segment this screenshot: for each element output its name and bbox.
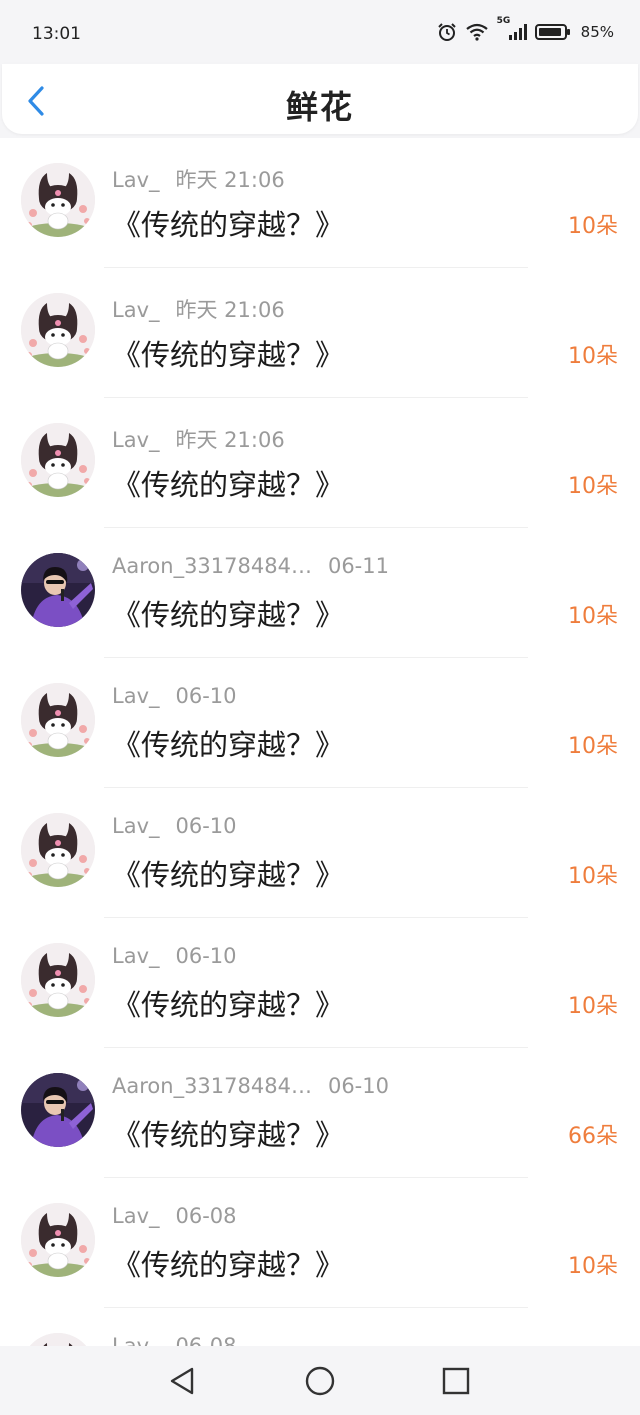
avatar[interactable] <box>21 683 95 757</box>
list-item[interactable]: Lav_ 06-08 <box>0 1308 640 1346</box>
flower-count: 10朵 <box>568 214 618 239</box>
flower-count: 66朵 <box>568 1124 618 1149</box>
work-title[interactable]: 《传统的穿越？》 <box>112 462 344 504</box>
battery-icon <box>534 22 571 42</box>
list-item[interactable]: Aaron_33178484… 06-10 《传统的穿越？》 66朵 <box>0 1048 640 1178</box>
work-title[interactable]: 《传统的穿越？》 <box>112 592 344 634</box>
flower-count: 10朵 <box>568 734 618 759</box>
username[interactable]: Lav_ <box>112 428 160 452</box>
flower-count: 10朵 <box>568 1254 618 1279</box>
item-meta: Lav_ 昨天 21:06 <box>112 164 285 194</box>
item-meta: Lav_ 06-10 <box>112 814 237 838</box>
list-item[interactable]: Lav_ 06-10 《传统的穿越？》 10朵 <box>0 918 640 1048</box>
item-meta: Aaron_33178484… 06-11 <box>112 554 389 578</box>
list-item[interactable]: Lav_ 昨天 21:06 《传统的穿越？》 10朵 <box>0 268 640 398</box>
kuromi-avatar-art <box>21 163 95 237</box>
avatar[interactable] <box>21 553 95 627</box>
work-title[interactable]: 《传统的穿越？》 <box>112 202 344 244</box>
singer-avatar-art <box>21 1073 95 1147</box>
list-item[interactable]: Lav_ 06-10 《传统的穿越？》 10朵 <box>0 788 640 918</box>
username[interactable]: Lav_ <box>112 298 160 322</box>
avatar[interactable] <box>21 163 95 237</box>
flower-count: 10朵 <box>568 344 618 369</box>
kuromi-avatar-art <box>21 943 95 1017</box>
timestamp: 06-08 <box>175 1334 237 1346</box>
username[interactable]: Aaron_33178484… <box>112 554 312 578</box>
flower-count: 10朵 <box>568 474 618 499</box>
nav-back-button[interactable] <box>166 1364 200 1398</box>
flower-count: 10朵 <box>568 604 618 629</box>
username[interactable]: Aaron_33178484… <box>112 1074 312 1098</box>
kuromi-avatar-art <box>21 293 95 367</box>
network-label: 5G <box>496 16 511 26</box>
list-item[interactable]: Aaron_33178484… 06-11 《传统的穿越？》 10朵 <box>0 528 640 658</box>
list-item[interactable]: Lav_ 昨天 21:06 《传统的穿越？》 10朵 <box>0 138 640 268</box>
nav-home-button[interactable] <box>303 1364 337 1398</box>
item-meta: Lav_ 昨天 21:06 <box>112 294 285 324</box>
status-time: 13:01 <box>32 24 81 44</box>
kuromi-avatar-art <box>21 1333 95 1346</box>
flower-count: 10朵 <box>568 864 618 889</box>
header: 鲜花 <box>2 64 638 134</box>
avatar[interactable] <box>21 293 95 367</box>
work-title[interactable]: 《传统的穿越？》 <box>112 722 344 764</box>
nav-recents-button[interactable] <box>439 1364 473 1398</box>
item-meta: Lav_ 06-08 <box>112 1204 237 1228</box>
item-meta: Aaron_33178484… 06-10 <box>112 1074 389 1098</box>
username[interactable]: Lav_ <box>112 1334 160 1346</box>
item-meta: Lav_ 昨天 21:06 <box>112 424 285 454</box>
list-item[interactable]: Lav_ 昨天 21:06 《传统的穿越？》 10朵 <box>0 398 640 528</box>
work-title[interactable]: 《传统的穿越？》 <box>112 852 344 894</box>
username[interactable]: Lav_ <box>112 168 160 192</box>
work-title[interactable]: 《传统的穿越？》 <box>112 1242 344 1284</box>
recents-square-icon <box>442 1367 470 1395</box>
timestamp: 昨天 21:06 <box>175 168 285 192</box>
flower-count: 10朵 <box>568 994 618 1019</box>
battery-percent: 85% <box>580 23 614 41</box>
avatar[interactable] <box>21 813 95 887</box>
back-triangle-icon <box>170 1367 194 1395</box>
home-circle-icon <box>305 1366 335 1396</box>
username[interactable]: Lav_ <box>112 1204 160 1228</box>
kuromi-avatar-art <box>21 423 95 497</box>
avatar[interactable] <box>21 943 95 1017</box>
avatar[interactable] <box>21 1333 95 1346</box>
timestamp: 昨天 21:06 <box>175 428 285 452</box>
item-meta: Lav_ 06-08 <box>112 1334 237 1346</box>
work-title[interactable]: 《传统的穿越？》 <box>112 332 344 374</box>
avatar[interactable] <box>21 423 95 497</box>
timestamp: 06-10 <box>175 684 237 708</box>
username[interactable]: Lav_ <box>112 814 160 838</box>
timestamp: 06-11 <box>327 554 389 578</box>
signal-icon: 5G <box>497 16 527 42</box>
status-icons: 5G 85% <box>437 16 614 42</box>
flower-list[interactable]: Lav_ 昨天 21:06 《传统的穿越？》 10朵 Lav_ 昨天 21:06 《传统的穿… <box>0 138 640 1346</box>
timestamp: 06-10 <box>175 944 237 968</box>
system-nav-bar <box>0 1346 640 1415</box>
timestamp: 06-10 <box>175 814 237 838</box>
alarm-icon <box>437 22 457 42</box>
kuromi-avatar-art <box>21 813 95 887</box>
timestamp: 昨天 21:06 <box>175 298 285 322</box>
list-item[interactable]: Lav_ 06-08 《传统的穿越？》 10朵 <box>0 1178 640 1308</box>
kuromi-avatar-art <box>21 683 95 757</box>
item-meta: Lav_ 06-10 <box>112 944 237 968</box>
timestamp: 06-08 <box>175 1204 237 1228</box>
kuromi-avatar-art <box>21 1203 95 1277</box>
status-bar: 13:01 5G 85% <box>0 0 640 70</box>
singer-avatar-art <box>21 553 95 627</box>
item-meta: Lav_ 06-10 <box>112 684 237 708</box>
work-title[interactable]: 《传统的穿越？》 <box>112 982 344 1024</box>
avatar[interactable] <box>21 1203 95 1277</box>
username[interactable]: Lav_ <box>112 684 160 708</box>
avatar[interactable] <box>21 1073 95 1147</box>
timestamp: 06-10 <box>327 1074 389 1098</box>
username[interactable]: Lav_ <box>112 944 160 968</box>
work-title[interactable]: 《传统的穿越？》 <box>112 1112 344 1154</box>
list-item[interactable]: Lav_ 06-10 《传统的穿越？》 10朵 <box>0 658 640 788</box>
wifi-icon <box>465 22 489 42</box>
page-title: 鲜花 <box>285 88 354 126</box>
